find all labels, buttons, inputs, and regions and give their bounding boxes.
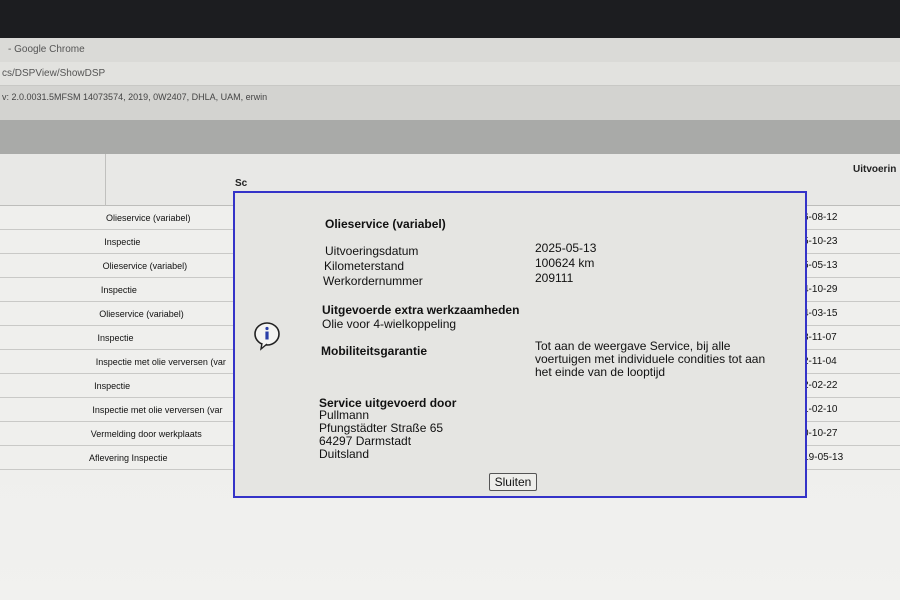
mobility-text: Tot aan de weergave Service, bij alle vo…: [535, 339, 766, 379]
address-bar[interactable]: cs/DSPView/ShowDSP: [0, 62, 900, 86]
row-date: 1-02-10: [803, 404, 838, 415]
column-header-date[interactable]: Uitvoerin: [853, 164, 896, 175]
vehicle-info-bar: v: 2.0.0031.5MFSM 14073574, 2019, 0W2407…: [0, 86, 900, 120]
field-label-date: Uitvoeringsdatum: [325, 244, 419, 258]
field-value-mileage: 100624 km: [535, 256, 595, 270]
field-value-date: 2025-05-13: [535, 241, 597, 255]
screen: - Google Chrome cs/DSPView/ShowDSP v: 2.…: [0, 38, 900, 600]
row-service-name: Inspectie: [94, 381, 131, 391]
close-button[interactable]: Sluiten: [489, 473, 537, 491]
column-header-service[interactable]: Sc: [235, 178, 247, 189]
row-date: 6-08-12: [803, 212, 838, 223]
address-line: Duitsland: [319, 447, 370, 461]
row-service-name: Inspectie: [100, 285, 137, 295]
row-date: 2-11-04: [803, 356, 837, 367]
row-date: 5-05-13: [803, 260, 838, 271]
row-date: 4-03-15: [803, 308, 838, 319]
service-provider-address: Pullmann Pfungstädter Straße 65 64297 Da…: [319, 409, 443, 461]
dialog-title: Olieservice (variabel): [325, 217, 446, 231]
row-service-name: Olieservice (variabel): [99, 309, 184, 319]
column-separator: [105, 154, 106, 206]
row-date: 2-02-22: [803, 380, 838, 391]
row-service-name: Inspectie: [104, 237, 141, 247]
browser-title: - Google Chrome: [0, 38, 900, 62]
info-icon: [254, 322, 280, 351]
row-date: 5-10-23: [803, 236, 838, 247]
row-service-name: Olieservice (variabel): [102, 261, 188, 271]
field-value-workorder: 209111: [535, 271, 574, 285]
row-service-name: Inspectie: [97, 333, 134, 343]
row-date: 0-10-27: [803, 428, 838, 439]
row-service-name: Aflevering Inspectie: [89, 453, 168, 463]
mobility-heading: Mobiliteitsgarantie: [321, 344, 428, 358]
row-service-name: Vermelding door werkplaats: [90, 429, 202, 439]
service-detail-dialog: Olieservice (variabel) Uitvoeringsdatum …: [233, 191, 807, 498]
extra-work-heading: Uitgevoerde extra werkzaamheden: [322, 303, 520, 317]
row-service-name: Inspectie met olie verversen (var: [92, 405, 223, 415]
extra-work-text: Olie voor 4-wielkoppeling: [322, 317, 457, 331]
row-date: 4-10-29: [803, 284, 838, 295]
row-service-name: Inspectie met olie verversen (var: [95, 357, 226, 367]
field-label-mileage: Kilometerstand: [324, 259, 405, 273]
row-date: 3-11-07: [803, 332, 837, 343]
row-service-name: Olieservice (variabel): [106, 213, 191, 223]
toolbar-band: [0, 120, 900, 154]
field-label-workorder: Werkordernummer: [323, 274, 423, 288]
